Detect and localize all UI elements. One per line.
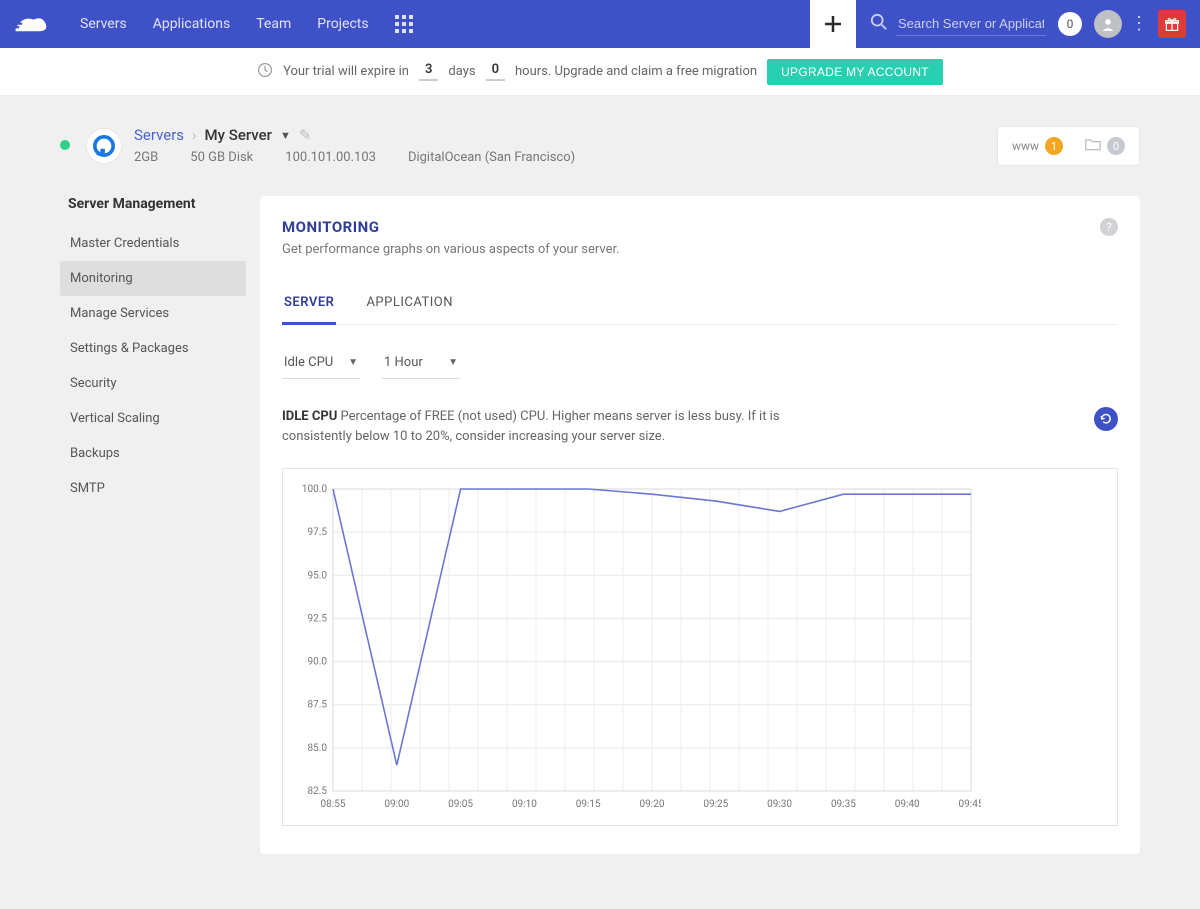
top-nav: Servers Applications Team Projects 0 ⋮ xyxy=(0,0,1200,48)
edit-server-icon[interactable]: ✎ xyxy=(299,126,312,144)
folder-icon xyxy=(1085,137,1101,155)
sidebar-item-vertical-scaling[interactable]: Vertical Scaling xyxy=(60,401,246,436)
server-provider: DigitalOcean (San Francisco) xyxy=(408,150,575,165)
svg-text:09:10: 09:10 xyxy=(512,799,537,810)
svg-text:97.5: 97.5 xyxy=(308,527,328,538)
server-ip: 100.101.00.103 xyxy=(285,150,376,165)
panel-subtitle: Get performance graphs on various aspect… xyxy=(282,242,620,257)
nav-applications[interactable]: Applications xyxy=(153,16,231,32)
main-panel: MONITORING Get performance graphs on var… xyxy=(260,196,1140,854)
svg-text:09:40: 09:40 xyxy=(895,799,920,810)
svg-text:87.5: 87.5 xyxy=(308,700,328,711)
upgrade-button[interactable]: UPGRADE MY ACCOUNT xyxy=(767,59,943,85)
apps-grid-icon[interactable] xyxy=(395,15,413,33)
notifications-badge[interactable]: 0 xyxy=(1058,12,1082,36)
nav-servers[interactable]: Servers xyxy=(80,16,127,32)
add-button[interactable] xyxy=(810,0,856,48)
svg-text:08:55: 08:55 xyxy=(321,799,346,810)
nav-team[interactable]: Team xyxy=(256,16,291,32)
gift-button[interactable] xyxy=(1158,10,1186,38)
folder-count: 0 xyxy=(1107,137,1125,155)
svg-text:09:20: 09:20 xyxy=(640,799,665,810)
sidebar-item-security[interactable]: Security xyxy=(60,366,246,401)
svg-text:09:30: 09:30 xyxy=(767,799,792,810)
svg-text:09:25: 09:25 xyxy=(703,799,728,810)
trial-suffix: hours. Upgrade and claim a free migratio… xyxy=(515,64,757,79)
search-input[interactable] xyxy=(896,12,1046,36)
sidebar-item-backups[interactable]: Backups xyxy=(60,436,246,471)
sidebar-item-monitoring[interactable]: Monitoring xyxy=(60,261,246,296)
trial-bar: Your trial will expire in 3 days 0 hours… xyxy=(0,48,1200,96)
filter-metric[interactable]: Idle CPU ▼ xyxy=(282,351,360,379)
server-disk: 50 GB Disk xyxy=(190,150,253,165)
svg-text:82.5: 82.5 xyxy=(308,786,328,797)
tab-server[interactable]: SERVER xyxy=(282,285,336,325)
server-header: Servers › My Server ▼ ✎ 2GB 50 GB Disk 1… xyxy=(60,126,1140,166)
chart-container: 100.0 97.5 95.0 92.5 90.0 87.5 85.0 82.5 08:55 09… xyxy=(282,468,1118,826)
svg-text:09:15: 09:15 xyxy=(576,799,601,810)
www-label: www xyxy=(1012,139,1039,153)
svg-text:92.5: 92.5 xyxy=(308,613,328,624)
breadcrumb: Servers › My Server ▼ ✎ xyxy=(134,126,575,144)
search-area xyxy=(870,12,1046,36)
logo[interactable] xyxy=(0,13,60,35)
help-icon[interactable]: ? xyxy=(1100,218,1118,236)
idle-cpu-chart: 100.0 97.5 95.0 92.5 90.0 87.5 85.0 82.5 08:55 09… xyxy=(293,483,981,813)
sidebar-heading: Server Management xyxy=(60,196,246,212)
svg-text:95.0: 95.0 xyxy=(308,570,328,581)
svg-text:09:45: 09:45 xyxy=(959,799,981,810)
sidebar-item-master-credentials[interactable]: Master Credentials xyxy=(60,226,246,261)
server-summary-box: www 1 0 xyxy=(997,126,1140,166)
more-menu-icon[interactable]: ⋮ xyxy=(1130,15,1148,33)
svg-text:09:05: 09:05 xyxy=(448,799,473,810)
tab-application[interactable]: APPLICATION xyxy=(364,285,455,324)
svg-text:85.0: 85.0 xyxy=(308,743,328,754)
trial-prefix: Your trial will expire in xyxy=(283,64,409,79)
chevron-down-icon: ▼ xyxy=(348,357,358,368)
chevron-right-icon: › xyxy=(192,126,197,144)
search-icon xyxy=(870,13,888,35)
sidebar-item-settings-packages[interactable]: Settings & Packages xyxy=(60,331,246,366)
nav-links: Servers Applications Team Projects xyxy=(80,16,369,32)
panel-title: MONITORING xyxy=(282,218,620,236)
trial-hours: 0 xyxy=(486,62,505,81)
nav-projects[interactable]: Projects xyxy=(317,16,368,32)
refresh-button[interactable] xyxy=(1094,407,1118,431)
breadcrumb-servers[interactable]: Servers xyxy=(134,126,184,144)
status-dot-icon xyxy=(60,140,70,150)
sidebar: Server Management Master CredentialsMoni… xyxy=(60,196,246,854)
sidebar-item-manage-services[interactable]: Manage Services xyxy=(60,296,246,331)
breadcrumb-server-name: My Server xyxy=(205,126,272,144)
trial-days-label: days xyxy=(448,64,475,79)
svg-text:100.0: 100.0 xyxy=(302,484,327,495)
svg-text:09:00: 09:00 xyxy=(384,799,409,810)
trial-days: 3 xyxy=(419,62,438,81)
server-meta: 2GB 50 GB Disk 100.101.00.103 DigitalOce… xyxy=(134,150,575,165)
metric-description: IDLE CPU Percentage of FREE (not used) C… xyxy=(282,407,842,446)
server-ram: 2GB xyxy=(134,150,158,165)
chevron-down-icon: ▼ xyxy=(448,357,458,368)
sidebar-item-smtp[interactable]: SMTP xyxy=(60,471,246,506)
www-chip[interactable]: www 1 xyxy=(1012,137,1063,155)
filter-range-label: 1 Hour xyxy=(384,355,423,370)
svg-text:09:35: 09:35 xyxy=(831,799,856,810)
www-count: 1 xyxy=(1045,137,1063,155)
server-dropdown-icon[interactable]: ▼ xyxy=(280,129,291,142)
clock-icon xyxy=(257,62,273,82)
filter-range[interactable]: 1 Hour ▼ xyxy=(382,351,460,379)
account-avatar[interactable] xyxy=(1094,10,1122,38)
monitor-tabs: SERVER APPLICATION xyxy=(282,285,1118,325)
filter-metric-label: Idle CPU xyxy=(284,355,333,370)
projects-chip[interactable]: 0 xyxy=(1085,137,1125,155)
svg-text:90.0: 90.0 xyxy=(308,657,328,668)
provider-icon xyxy=(86,128,122,164)
